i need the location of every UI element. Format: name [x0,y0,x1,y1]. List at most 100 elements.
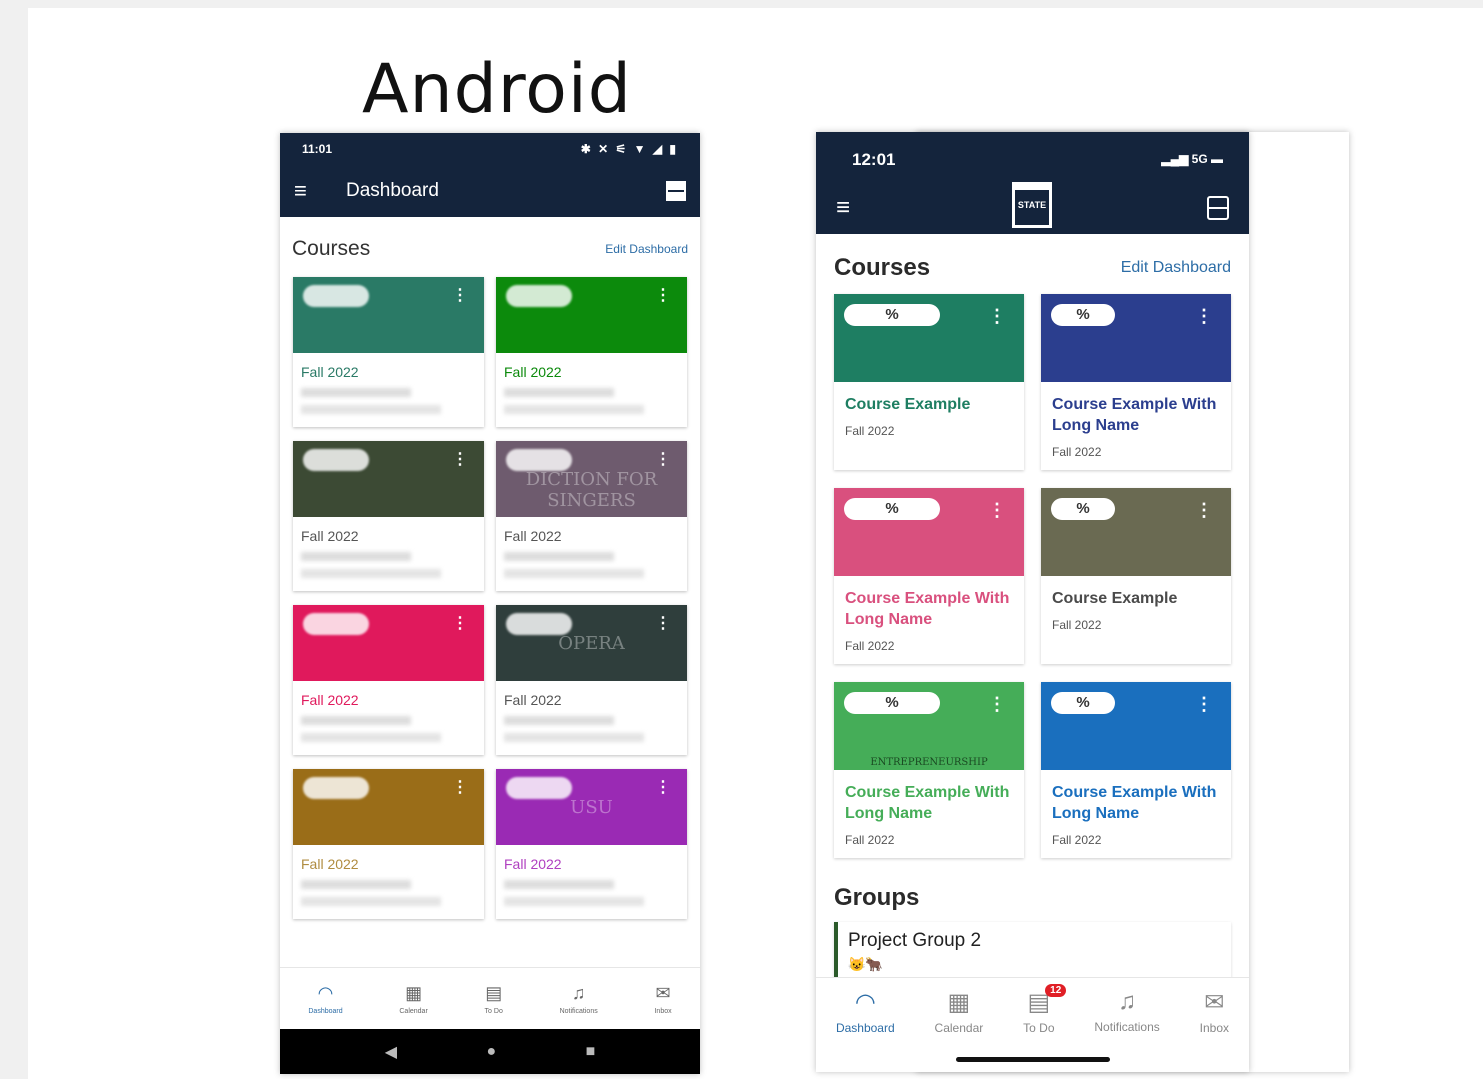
course-card[interactable]: ⋮ Fall 2022 [293,769,484,919]
more-options-icon[interactable]: ⋮ [452,613,468,633]
home-icon[interactable]: ● [486,1043,496,1061]
more-options-icon[interactable]: ⋮ [655,613,671,633]
course-image: USU ⋮ [496,769,687,845]
course-term: Fall 2022 [301,364,359,380]
course-name-blurred [504,388,614,397]
tab-label: Dashboard [308,1007,343,1015]
hamburger-menu-icon[interactable]: ≡ [294,178,346,204]
grade-pill: % [844,304,940,326]
course-name-blurred [301,388,411,397]
course-image: ⋮ [293,277,484,353]
course-code-blurred [504,569,644,578]
course-code-blurred [301,897,441,906]
course-term: Fall 2022 [504,528,562,544]
course-image-text: DICTION FOR SINGERS [525,469,658,511]
android-course-grid: ⋮ Fall 2022 ⋮ Fall 2022 ⋮ Fall 2022 DICTION FO… [280,271,700,925]
course-term: Fall 2022 [301,692,359,708]
course-card[interactable]: ENTREPRENEURSHIP% ⋮ Course Example With Lo… [834,682,1024,858]
hamburger-menu-icon[interactable]: ≡ [836,194,850,222]
iphone-bottom-nav: ◠ Dashboard ▦ Calendar ▤ 12 To Do ♫ Notification… [816,977,1249,1072]
status-time: 12:01 [852,150,896,169]
course-card[interactable]: USU ⋮ Fall 2022 [496,769,687,919]
course-term: Fall 2022 [845,424,895,438]
page-title: Dashboard [346,180,439,201]
android-status-bar: 11:01 ✱ ✕ ⚟ ▼ ◢ ▮ [280,133,700,165]
tab-dashboard[interactable]: ◠ Dashboard [308,983,342,1015]
grade-pill [303,613,369,635]
course-card[interactable]: % ⋮ Course Example Fall 2022 [834,294,1024,470]
notifications-icon: ♫ [1118,988,1137,1015]
course-card[interactable]: DICTION FOR SINGERS ⋮ Fall 2022 [496,441,687,591]
tab-notifications[interactable]: ♫ Notifications [1094,988,1159,1035]
course-name: Course Example With Long Name [1052,396,1217,434]
tab-label: Notifications [559,1007,598,1015]
course-image: DICTION FOR SINGERS ⋮ [496,441,687,517]
grade-pill [303,285,369,307]
tab-to-do[interactable]: ▤ To Do [485,983,503,1015]
course-term: Fall 2022 [504,692,562,708]
course-name: Course Example With Long Name [1052,784,1217,822]
course-card[interactable]: OPERA ⋮ Fall 2022 [496,605,687,755]
tab-inbox[interactable]: ✉ Inbox [1200,988,1229,1035]
more-options-icon[interactable]: ⋮ [1195,306,1213,327]
grade-pill: % [1051,304,1115,326]
course-image: % ⋮ [1041,294,1231,382]
more-options-icon[interactable]: ⋮ [452,285,468,305]
grade-pill [506,449,572,471]
more-options-icon[interactable]: ⋮ [655,285,671,305]
course-term: Fall 2022 [1052,618,1102,632]
edit-dashboard-link[interactable]: Edit Dashboard [605,242,688,256]
more-options-icon[interactable]: ⋮ [988,306,1006,327]
tab-notifications[interactable]: ♫ Notifications [560,983,598,1015]
tab-label: Inbox [1199,1021,1230,1035]
course-term: Fall 2022 [301,856,359,872]
grade-pill: % [844,498,940,520]
tab-label: Inbox [654,1007,672,1015]
course-card[interactable]: ⋮ Fall 2022 [496,277,687,427]
tab-calendar[interactable]: ▦ Calendar [399,983,427,1015]
tab-dashboard[interactable]: ◠ Dashboard [836,988,895,1035]
course-card[interactable]: ⋮ Fall 2022 [293,605,484,755]
more-options-icon[interactable]: ⋮ [655,777,671,797]
course-code-blurred [301,405,441,414]
recents-icon[interactable]: ■ [586,1043,596,1061]
back-icon[interactable]: ◀ [385,1042,397,1062]
course-card[interactable]: % ⋮ Course Example With Long Name Fall 2022 [1041,682,1231,858]
more-options-icon[interactable]: ⋮ [1195,694,1213,715]
grade-pill [506,285,572,307]
course-term: Fall 2022 [504,364,562,380]
course-card[interactable]: % ⋮ Course Example With Long Name Fall 2022 [834,488,1024,664]
tab-inbox[interactable]: ✉ Inbox [654,983,671,1015]
course-term: Fall 2022 [1052,833,1102,847]
course-card[interactable]: ⋮ Fall 2022 [293,277,484,427]
course-code-blurred [301,733,441,742]
dashboard-icon: ◠ [854,989,876,1016]
edit-dashboard-link[interactable]: Edit Dashboard [1121,259,1231,277]
more-options-icon[interactable]: ⋮ [988,500,1006,521]
layout-toggle-icon[interactable] [666,181,686,201]
university-logo: STATE [1012,182,1052,228]
home-indicator [956,1057,1110,1062]
course-card[interactable]: % ⋮ Course Example With Long Name Fall 2022 [1041,294,1231,470]
course-card[interactable]: ⋮ Fall 2022 [293,441,484,591]
android-screenshot: 11:01 ✱ ✕ ⚟ ▼ ◢ ▮ ≡ Dashboard Courses Ed… [280,133,700,1074]
android-bottom-nav: ◠ Dashboard ▦ Calendar ▤ To Do ♫ Notifications ✉… [280,967,700,1029]
more-options-icon[interactable]: ⋮ [452,777,468,797]
more-options-icon[interactable]: ⋮ [655,449,671,469]
more-options-icon[interactable]: ⋮ [452,449,468,469]
tab-to-do[interactable]: ▤ 12 To Do [1023,984,1067,1035]
calendar-icon: ▦ [405,982,423,1003]
grade-pill [303,449,369,471]
course-card[interactable]: % ⋮ Course Example Fall 2022 [1041,488,1231,664]
tab-calendar[interactable]: ▦ Calendar [935,988,984,1035]
group-card[interactable]: Project Group 2 😺🐂 [834,922,1231,982]
course-name: Course Example With Long Name [845,784,1010,822]
course-code-blurred [504,897,644,906]
course-name-blurred [301,552,411,561]
grade-pill [506,613,572,635]
course-image: % ⋮ [1041,682,1231,770]
more-options-icon[interactable]: ⋮ [1195,500,1213,521]
more-options-icon[interactable]: ⋮ [988,694,1006,715]
group-emoji: 😺🐂 [848,956,883,972]
layout-toggle-icon[interactable] [1207,196,1229,220]
